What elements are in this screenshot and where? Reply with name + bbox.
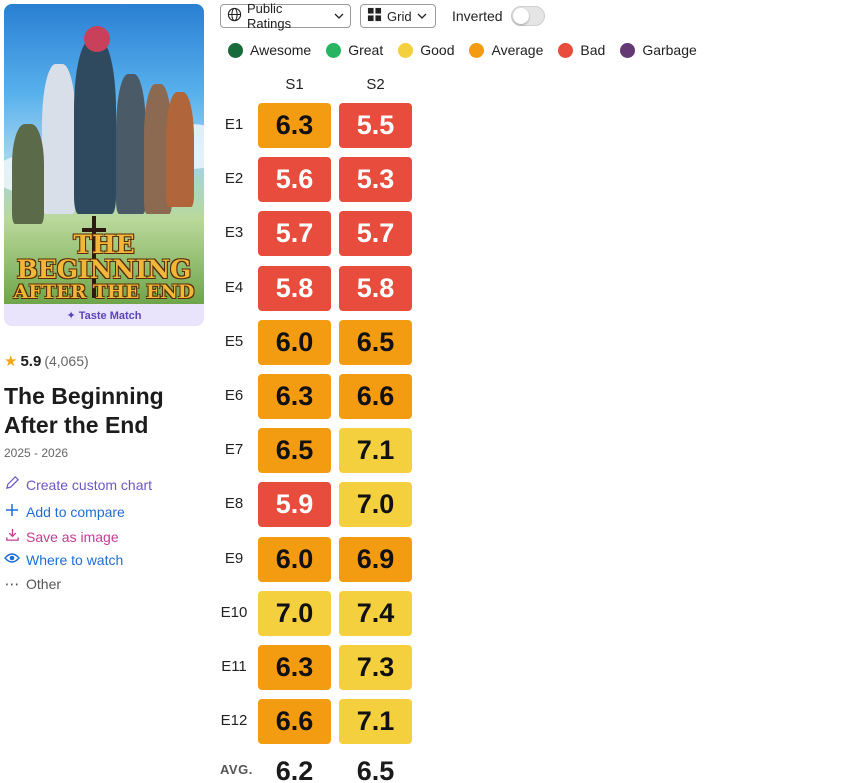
episode-label-e11: E11 (221, 658, 247, 675)
average-label: AVG. (220, 762, 253, 777)
chevron-down-icon (334, 9, 344, 24)
inverted-label: Inverted (452, 8, 503, 24)
season-average-s1: 6.2 (275, 756, 314, 783)
rating-cell-s1-e1[interactable]: 6.3 (258, 103, 331, 148)
rating-cell-s2-e3[interactable]: 5.7 (339, 211, 412, 256)
rating-cell-s2-e9[interactable]: 6.9 (339, 537, 412, 582)
legend-dot (326, 42, 342, 58)
poster-title-line1: THE BEGINNING (16, 230, 192, 284)
legend-item-average: Average (469, 42, 543, 58)
inverted-toggle[interactable] (510, 6, 545, 26)
legend-dot (469, 42, 485, 58)
poster-title-line2: AFTER THE END (13, 281, 195, 303)
rating-cell-s1-e4[interactable]: 5.8 (258, 266, 331, 311)
rating-cell-s2-e8[interactable]: 7.0 (339, 482, 412, 527)
show-poster[interactable]: THE BEGINNING AFTER THE END (4, 4, 204, 304)
show-rating: ★ 5.9 (4,065) (4, 352, 89, 371)
other-link[interactable]: ⋯ Other (4, 575, 62, 593)
episode-label-e2: E2 (224, 170, 244, 187)
episode-label-e4: E4 (224, 279, 244, 296)
season-header-s1: S1 (285, 76, 304, 93)
other-label: Other (26, 576, 62, 592)
legend-label: Bad (580, 42, 606, 58)
legend-item-great: Great (326, 42, 383, 58)
rating-cell-s2-e10[interactable]: 7.4 (339, 591, 412, 636)
rating-legend: Awesome Great Good Average Bad Garbage (228, 42, 712, 58)
where-to-watch-link[interactable]: Where to watch (4, 551, 123, 568)
rating-cell-s2-e12[interactable]: 7.1 (339, 699, 412, 744)
plus-icon (4, 503, 20, 521)
episode-label-e9: E9 (224, 550, 244, 567)
rating-cell-s2-e5[interactable]: 6.5 (339, 320, 412, 365)
show-years: 2025 - 2026 (4, 446, 69, 460)
create-custom-chart-link[interactable]: Create custom chart (4, 475, 152, 494)
show-title: The Beginning After the End (4, 383, 164, 438)
rating-cell-s2-e11[interactable]: 7.3 (339, 645, 412, 690)
more-dots-icon: ⋯ (4, 576, 20, 593)
rating-cell-s2-e7[interactable]: 7.1 (339, 428, 412, 473)
inverted-control: Inverted (452, 6, 545, 26)
poster-logo: THE BEGINNING AFTER THE END (4, 232, 204, 302)
download-icon (4, 527, 20, 546)
star-icon: ★ (4, 353, 18, 370)
where-to-watch-label: Where to watch (26, 551, 124, 568)
legend-label: Awesome (250, 42, 312, 58)
episode-label-e12: E12 (220, 712, 248, 729)
rating-cell-s2-e1[interactable]: 5.5 (339, 103, 412, 148)
pencil-icon (4, 475, 20, 494)
season-average-s2: 6.5 (356, 756, 395, 783)
save-as-image-label: Save as image (26, 528, 119, 545)
legend-label: Great (348, 42, 384, 58)
legend-dot (558, 42, 574, 58)
save-as-image-link[interactable]: Save as image (4, 527, 119, 546)
legend-item-good: Good (398, 42, 454, 58)
episode-label-e7: E7 (224, 441, 244, 458)
eye-icon (4, 551, 20, 568)
rating-cell-s1-e5[interactable]: 6.0 (258, 320, 331, 365)
legend-item-garbage: Garbage (620, 42, 697, 58)
legend-label: Average (491, 42, 544, 58)
episode-label-e10: E10 (220, 604, 248, 621)
grid-icon (367, 7, 382, 25)
add-to-compare-link[interactable]: Add to compare (4, 503, 125, 521)
rating-cell-s1-e7[interactable]: 6.5 (258, 428, 331, 473)
episode-label-e6: E6 (224, 387, 244, 404)
rating-cell-s1-e8[interactable]: 5.9 (258, 482, 331, 527)
view-mode-dropdown[interactable]: Grid (360, 4, 436, 28)
episode-label-e1: E1 (224, 116, 244, 133)
rating-cell-s1-e3[interactable]: 5.7 (258, 211, 331, 256)
legend-dot (398, 42, 414, 58)
chevron-down-icon (417, 9, 427, 24)
rating-cell-s1-e11[interactable]: 6.3 (258, 645, 331, 690)
globe-icon (227, 7, 242, 25)
rating-cell-s1-e10[interactable]: 7.0 (258, 591, 331, 636)
legend-label: Good (420, 42, 455, 58)
episode-label-e3: E3 (224, 224, 244, 241)
rating-cell-s2-e6[interactable]: 6.6 (339, 374, 412, 419)
rating-cell-s1-e6[interactable]: 6.3 (258, 374, 331, 419)
ratings-source-dropdown[interactable]: Public Ratings (220, 1, 351, 31)
episode-label-e8: E8 (224, 495, 244, 512)
rating-cell-s1-e12[interactable]: 6.6 (258, 699, 331, 744)
show-info-panel: THE BEGINNING AFTER THE END ✦ Taste Matc… (4, 4, 205, 326)
taste-match-button[interactable]: ✦ Taste Match (4, 304, 204, 326)
legend-dot (620, 42, 636, 58)
season-header-s2: S2 (366, 76, 385, 93)
rating-cell-s2-e2[interactable]: 5.3 (339, 157, 412, 202)
view-mode-label: Grid (387, 8, 412, 24)
rating-cell-s1-e2[interactable]: 5.6 (258, 157, 331, 202)
episode-label-e5: E5 (224, 333, 244, 350)
legend-item-awesome: Awesome (228, 42, 311, 58)
rating-cell-s1-e9[interactable]: 6.0 (258, 537, 331, 582)
create-custom-chart-label: Create custom chart (26, 476, 153, 493)
legend-item-bad: Bad (558, 42, 605, 58)
rating-score: 5.9 (20, 352, 42, 370)
legend-label: Garbage (642, 42, 697, 58)
add-to-compare-label: Add to compare (26, 504, 125, 520)
ratings-source-label: Public Ratings (247, 1, 292, 31)
legend-dot (228, 42, 243, 58)
rating-cell-s2-e4[interactable]: 5.8 (339, 266, 412, 311)
rating-count: (4,065) (44, 353, 89, 369)
